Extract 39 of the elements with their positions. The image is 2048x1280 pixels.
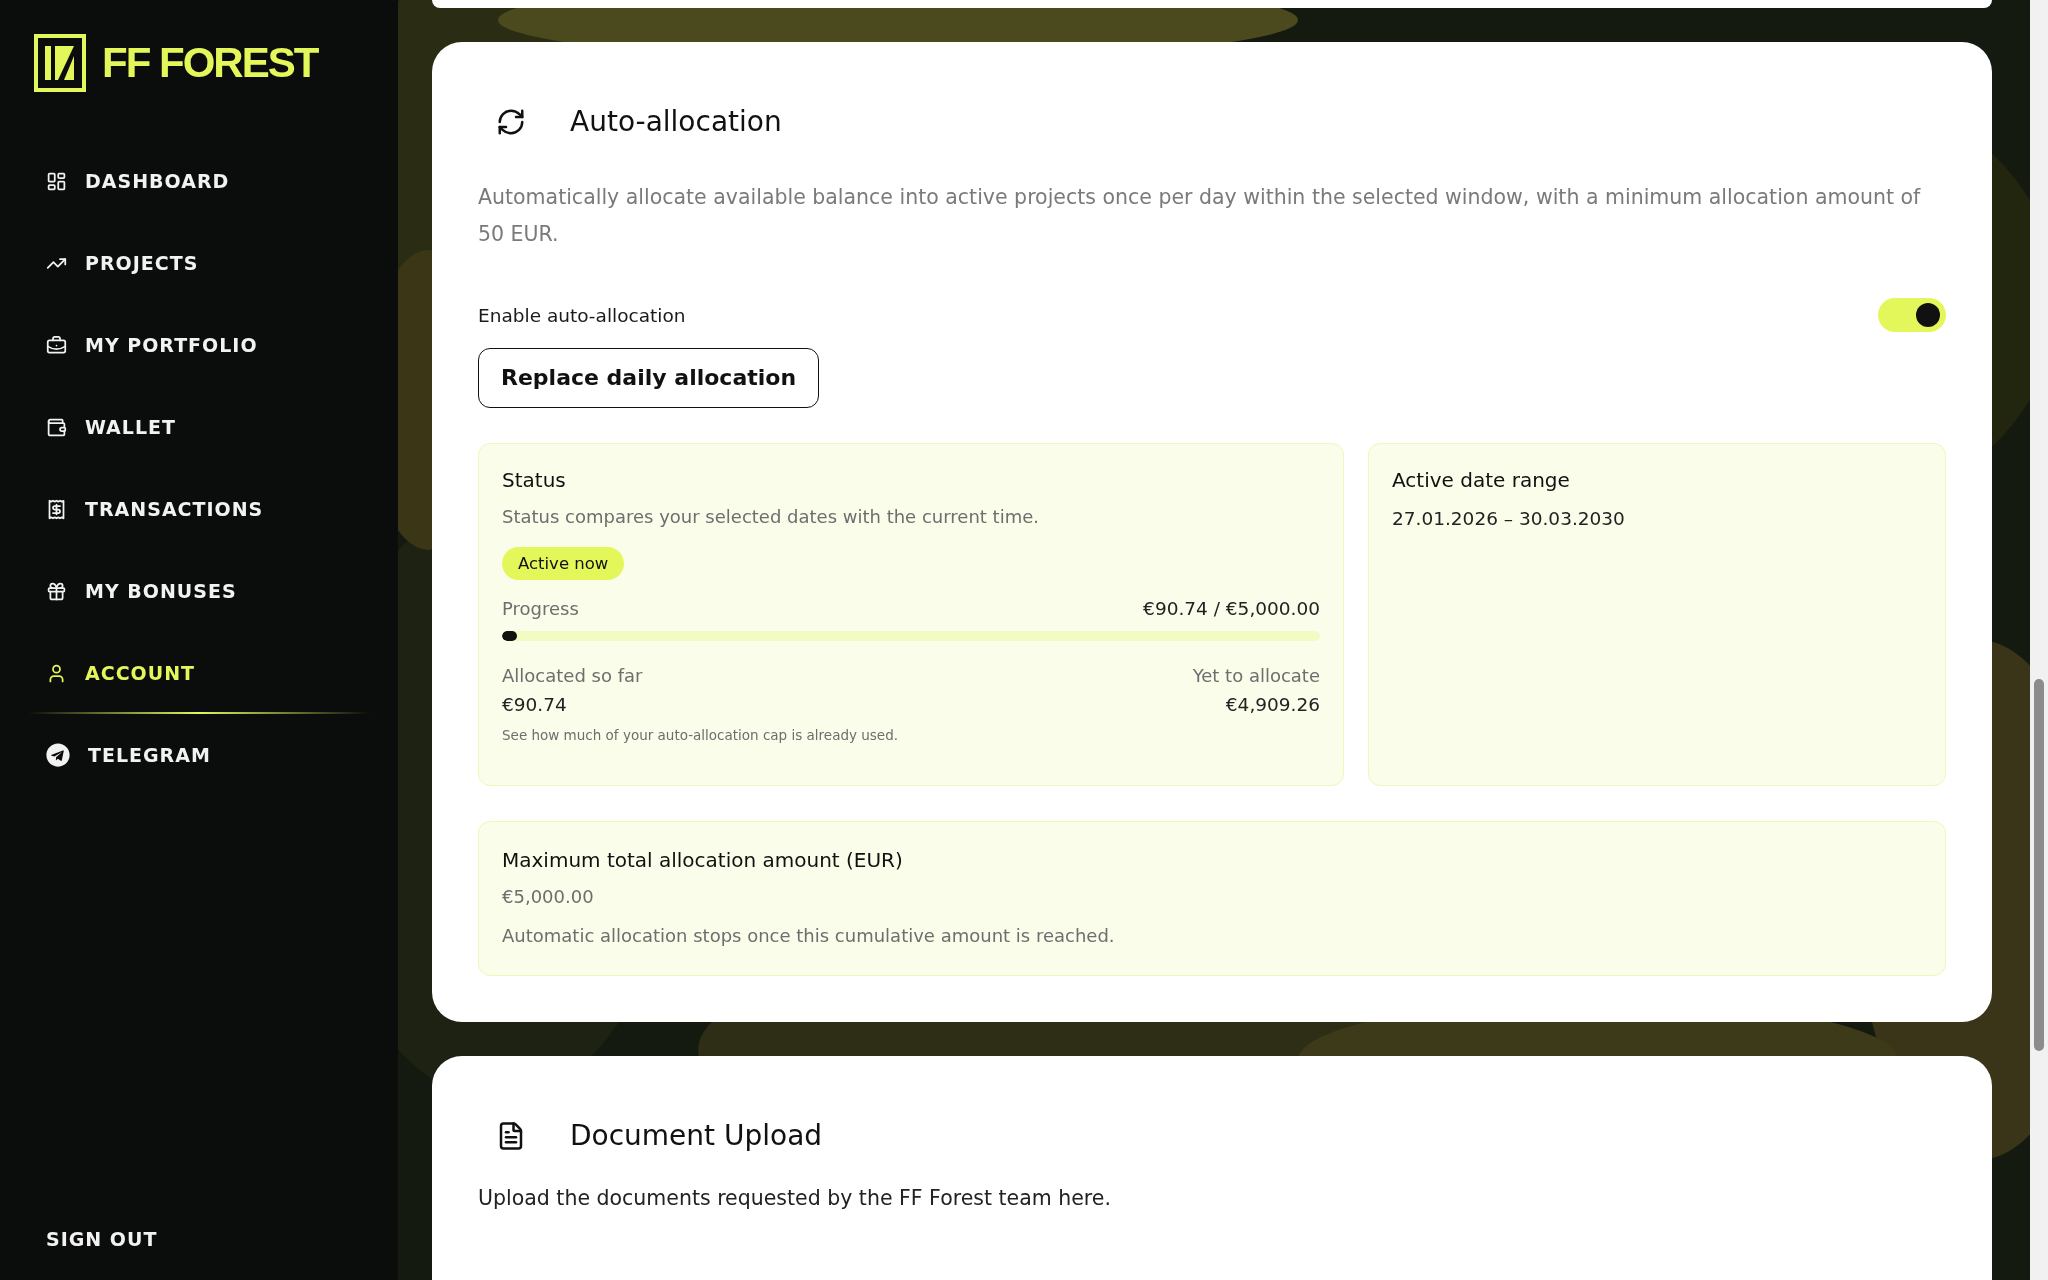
status-badge: Active now — [502, 546, 625, 580]
card-description: Automatically allocate available balance into active projects once per day within the selected window, with a minimum allocation amount of 50 EUR. — [478, 184, 1922, 248]
gift-icon — [46, 580, 67, 602]
panel-note: Automatic allocation stops once this cumulative amount is reached. — [502, 925, 1116, 947]
nav-item[interactable]: DASHBOARD — [28, 140, 370, 222]
card-description: Upload the documents requested by the FF Forest team here. — [478, 1185, 1112, 1212]
nav-item[interactable]: MY BONUSES — [28, 550, 370, 632]
maximum-amount-value: €5,000.00 — [502, 886, 595, 908]
dashboard-icon — [46, 170, 67, 192]
logo-text: FF FOREST — [102, 39, 318, 87]
date-range-value: 27.01.2026 – 30.03.2030 — [1392, 507, 1626, 529]
receipt-icon — [46, 498, 67, 520]
scrollbar[interactable] — [2030, 0, 2048, 1280]
panel-note: See how much of your auto-allocation cap is already used. — [502, 726, 900, 743]
nav-item[interactable]: MY PORTFOLIO — [28, 304, 370, 386]
allocated-label: Allocated so far — [502, 664, 643, 686]
allocated-value: €90.74 — [502, 693, 567, 715]
nav-item[interactable]: WALLET — [28, 386, 370, 468]
replace-allocation-button[interactable]: Replace daily allocation — [478, 348, 820, 408]
toggle-switch[interactable] — [1878, 298, 1946, 332]
logo-icon — [34, 34, 86, 92]
panel-title: Status — [502, 467, 567, 492]
nav-item[interactable]: TELEGRAM — [28, 714, 370, 796]
remaining-label: Yet to allocate — [1192, 664, 1320, 686]
card-title: Auto-allocation — [570, 105, 782, 138]
nav-item[interactable]: PROJECTS — [28, 222, 370, 304]
progress-label: Progress — [502, 597, 579, 619]
progress-reading: €90.74 / €5,000.00 — [1143, 597, 1320, 619]
sign-out-link[interactable]: SIGN OUT — [28, 1228, 370, 1250]
toggle-label: Enable auto-allocation — [478, 304, 686, 326]
briefcase-icon — [46, 334, 67, 356]
remaining-value: €4,909.26 — [1225, 693, 1320, 715]
panel-title: Active date range — [1392, 467, 1571, 492]
nav-item[interactable]: TRANSACTIONS — [28, 468, 370, 550]
paper-plane-icon — [46, 743, 70, 767]
panel-title: Maximum total allocation amount (EUR) — [502, 848, 904, 873]
wallet-icon — [46, 416, 67, 438]
panel-description: Status compares your selected dates with the current time. — [502, 505, 1040, 527]
card-title: Document Upload — [570, 1119, 823, 1152]
